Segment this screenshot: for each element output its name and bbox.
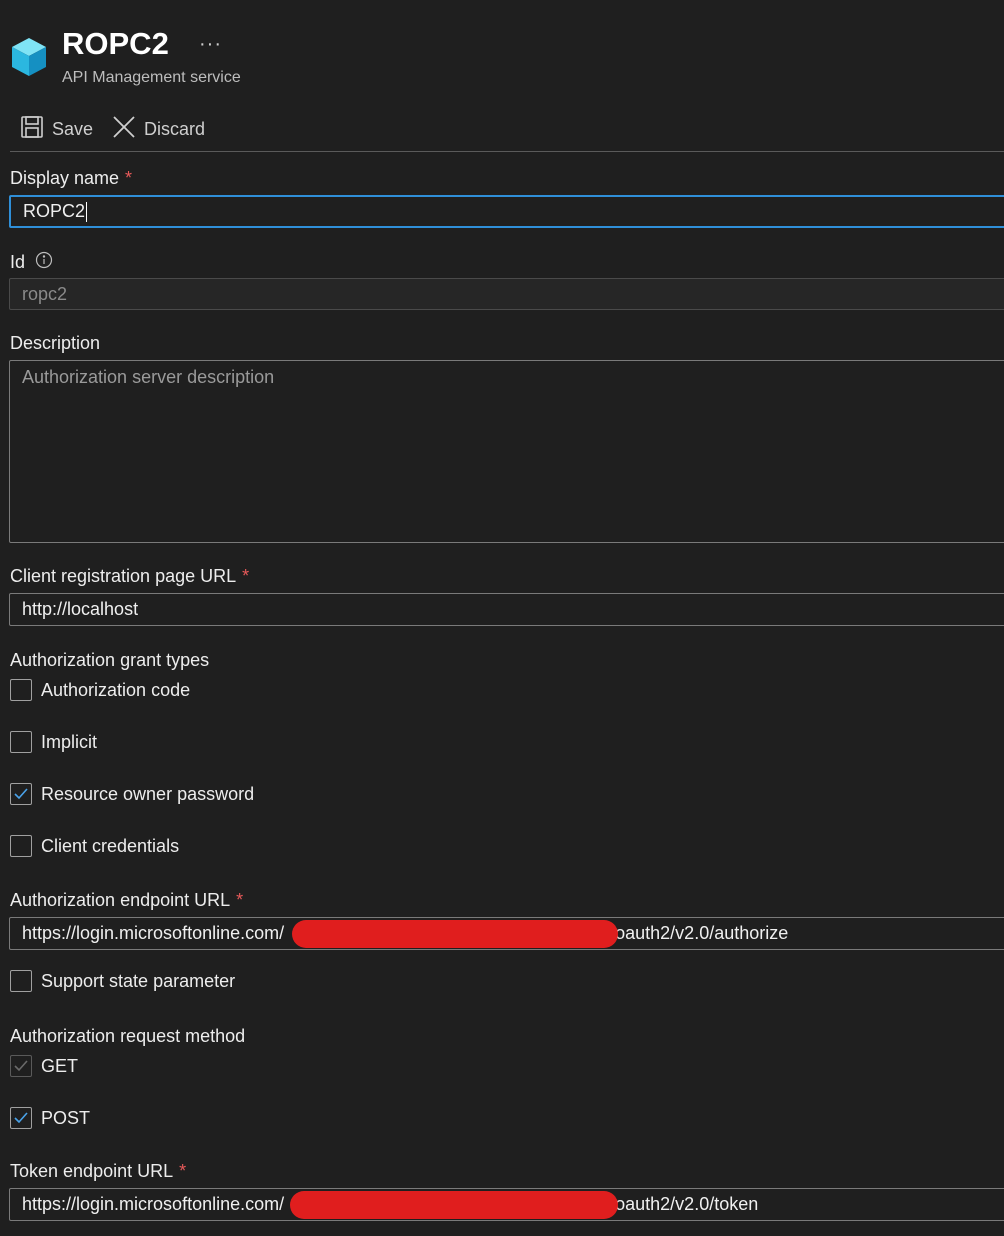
checkbox-box[interactable] — [10, 679, 32, 701]
redaction-mark — [290, 1191, 618, 1219]
id-value: ropc2 — [22, 283, 68, 304]
required-marker: * — [242, 566, 250, 586]
checkbox-label: Support state parameter — [41, 970, 236, 991]
id-input: ropc2 — [9, 278, 1004, 310]
url-prefix: https://login.microsoftonline.com/ — [22, 1194, 285, 1214]
checkbox-label: GET — [41, 1055, 79, 1076]
checkbox-box[interactable] — [10, 731, 32, 753]
description-label: Description — [10, 333, 101, 353]
checkbox-label: POST — [41, 1107, 91, 1128]
checkbox-post[interactable]: POST — [10, 1107, 90, 1129]
display-name-input[interactable]: ROPC2 — [9, 195, 1004, 228]
required-marker: * — [236, 890, 244, 910]
client-registration-url-input[interactable]: http://localhost — [9, 593, 1004, 626]
display-name-label: Display name * — [10, 168, 133, 188]
more-options-icon[interactable]: ··· — [199, 33, 222, 56]
authorization-endpoint-label: Authorization endpoint URL * — [10, 890, 244, 910]
checkbox-label: Client credentials — [41, 835, 180, 856]
id-label: Id — [10, 251, 53, 274]
redaction-mark — [292, 920, 618, 948]
checkmark-icon — [14, 788, 28, 800]
checkbox-box[interactable] — [10, 1107, 32, 1129]
checkmark-icon — [14, 1060, 28, 1072]
discard-button[interactable]: Discard — [112, 115, 205, 144]
checkbox-box[interactable] — [10, 835, 32, 857]
url-suffix: /oauth2/v2.0/token — [610, 1194, 759, 1214]
checkbox-label: Authorization code — [41, 679, 191, 700]
checkbox-box — [10, 1055, 32, 1077]
close-icon — [112, 115, 136, 144]
checkbox-get: GET — [10, 1055, 78, 1077]
checkbox-resource-owner-password[interactable]: Resource owner password — [10, 783, 254, 805]
client-registration-url-label: Client registration page URL * — [10, 566, 250, 586]
page-title: ROPC2 — [62, 26, 169, 61]
checkmark-icon — [14, 1112, 28, 1124]
token-endpoint-label: Token endpoint URL * — [10, 1161, 187, 1181]
required-marker: * — [125, 168, 133, 188]
grant-types-label: Authorization grant types — [10, 650, 210, 670]
request-method-label: Authorization request method — [10, 1026, 246, 1046]
page-subtitle: API Management service — [62, 69, 241, 86]
save-label: Save — [52, 119, 94, 139]
checkbox-support-state[interactable]: Support state parameter — [10, 970, 235, 992]
required-marker: * — [179, 1161, 187, 1181]
checkbox-box[interactable] — [10, 783, 32, 805]
url-suffix: /oauth2/v2.0/authorize — [610, 923, 789, 943]
save-button[interactable]: Save — [20, 115, 93, 144]
save-icon — [20, 115, 44, 144]
display-name-value: ROPC2 — [23, 201, 86, 221]
service-icon — [10, 36, 48, 83]
checkbox-box[interactable] — [10, 970, 32, 992]
checkbox-implicit[interactable]: Implicit — [10, 731, 97, 753]
checkbox-label: Implicit — [41, 731, 98, 752]
checkbox-client-credentials[interactable]: Client credentials — [10, 835, 179, 857]
url-prefix: https://login.microsoftonline.com/ — [22, 923, 285, 943]
text-cursor — [86, 201, 88, 222]
client-registration-url-value: http://localhost — [22, 599, 139, 619]
checkbox-authorization-code[interactable]: Authorization code — [10, 679, 190, 701]
description-placeholder: Authorization server description — [22, 367, 275, 387]
toolbar-divider — [10, 151, 1004, 152]
info-icon[interactable] — [35, 251, 53, 274]
checkbox-label: Resource owner password — [41, 783, 255, 804]
discard-label: Discard — [144, 119, 206, 139]
description-textarea[interactable]: Authorization server description — [9, 360, 1004, 543]
